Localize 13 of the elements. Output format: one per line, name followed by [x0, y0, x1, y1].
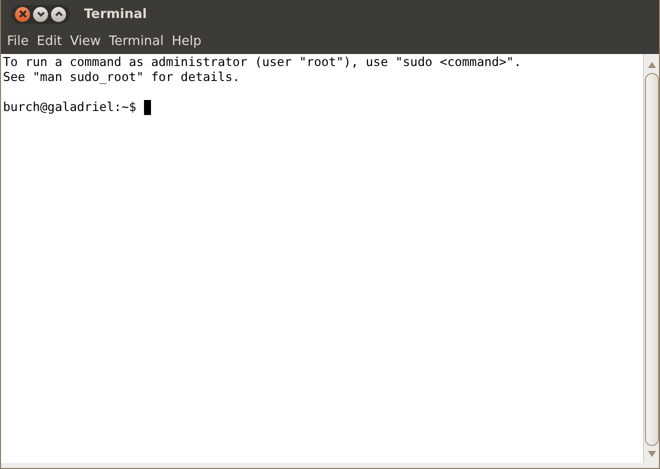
menu-item[interactable]: Terminal [104, 34, 168, 48]
scroll-up-icon[interactable] [648, 62, 656, 68]
terminal-area[interactable]: To run a command as administrator (user "root"), use "sudo <command>". See "man sudo_root" for details. burch@galadriel:~$ [1, 54, 644, 463]
window-title: Terminal [84, 6, 147, 22]
text-cursor [144, 100, 151, 115]
menu-item[interactable]: File [3, 34, 33, 48]
menu-item[interactable]: Help [168, 34, 206, 48]
terminal-output-line: To run a command as administrator (user "root"), use "sudo <command>". [3, 55, 522, 70]
shell-prompt: burch@galadriel:~$ [3, 100, 138, 115]
terminal-output-line: See "man sudo_root" for details. [3, 70, 240, 85]
menu-item[interactable]: Edit [32, 34, 66, 48]
scroll-down-icon[interactable] [648, 451, 656, 457]
menu-item[interactable]: View [66, 34, 105, 48]
